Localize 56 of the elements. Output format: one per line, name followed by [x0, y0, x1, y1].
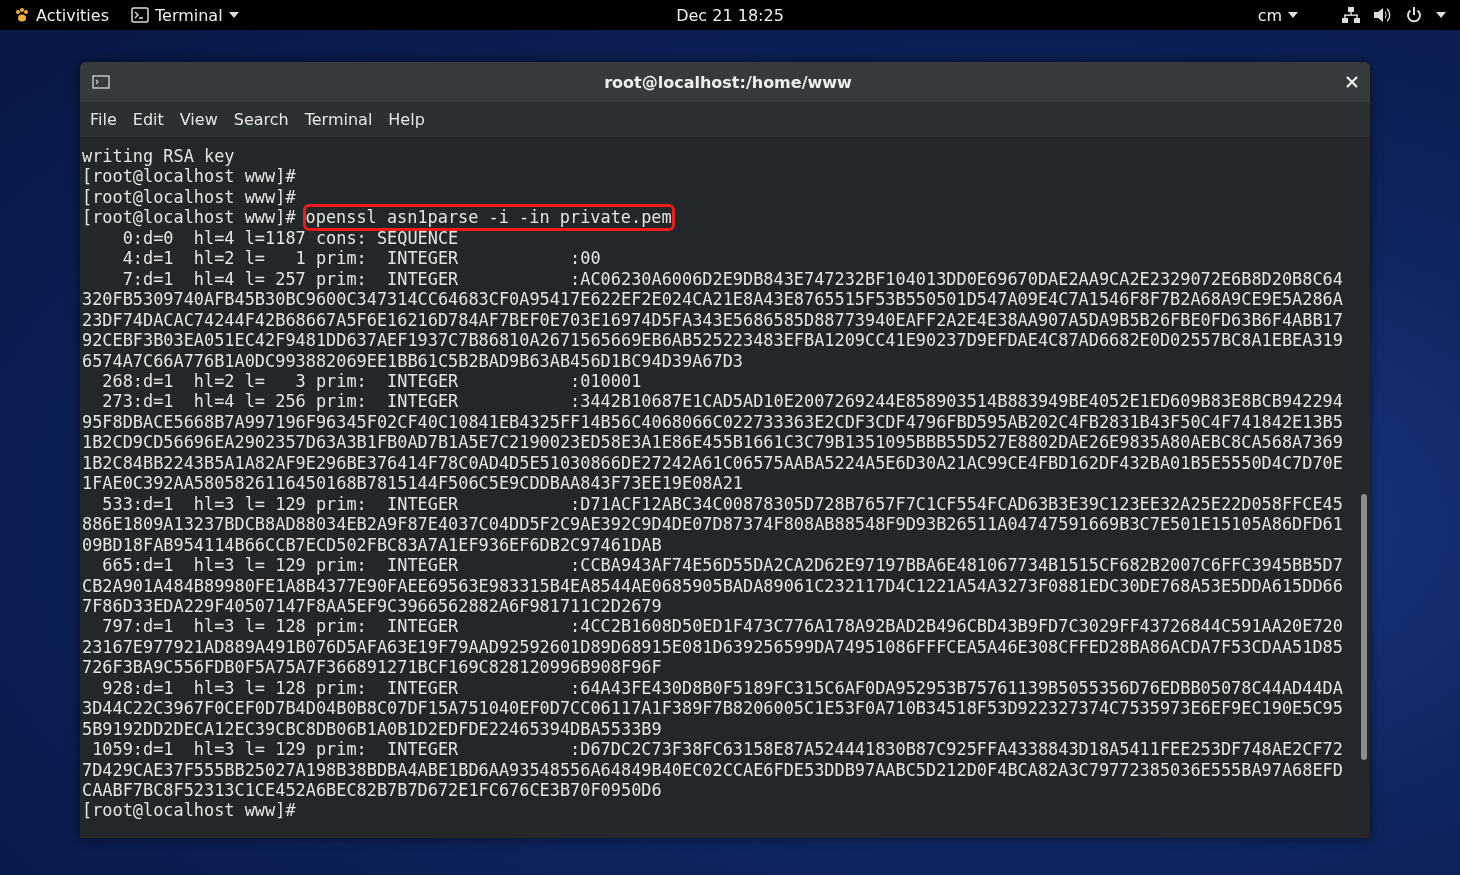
terminal-line: writing RSA key — [82, 146, 236, 167]
terminal-line: 6574A7C66A776B1A0DC993882069EE1BB61C5B2BAD9B63AB456D1BC94D39A67D3 — [82, 350, 744, 371]
terminal-line: CAABF7BC8F52313C1CE452A6BEC82B7B7D672E1FC676CE3B70F0950D6 — [82, 780, 663, 801]
terminal-line: 1059:d=1 hl=3 l= 129 prim: INTEGER :D67DC2C73F38FC63158E87A524441830B87C925FFA4338843D18A5411FEE253DF748AE2CF72 — [91, 739, 1344, 760]
terminal-line: 1B2CD9CD56696EA2902357D63A3B1FB0AD7B1A5E7C2190023ED58E3A1E86E455B1661C3C79B1351095BBB55D527E8802DAE26E9835A80AEBC8CA568A7369 — [82, 432, 1344, 453]
network-icon[interactable] — [1342, 7, 1360, 23]
terminal-line: [root@localhost www]# — [82, 186, 297, 208]
user-menu[interactable]: cm — [1257, 5, 1298, 25]
terminal-line: 7:d=1 hl=4 l= 257 prim: INTEGER :AC06230A6006D2E9DB843E747232BF104013DD0E69670DAE2AA9CA2E2329072E6B8D20B8C64 — [121, 268, 1344, 290]
terminal-icon — [92, 75, 110, 89]
terminal-line: [root@localhost www]# — [82, 166, 297, 187]
activities-button[interactable]: Activities — [14, 5, 109, 25]
terminal-line: 273:d=1 hl=4 l= 256 prim: INTEGER :3442B10687E1CAD5AD10E2007269244E858903514B883949BE4052E1ED609B83E8BCB942294 — [101, 391, 1344, 412]
highlighted-command: openssl asn1parse -i -in private.pem — [305, 207, 672, 228]
terminal-line: 3D44C22C3967F0CEF0D7B4D04B0B8C07DF15A751040EF0D7CC06117A1F389F7B8206005C1E53F0A710B34518F53D922327374C7535973E6EF9EC190E5C95 — [82, 698, 1344, 719]
terminal-line: 533:d=1 hl=3 l= 129 prim: INTEGER :D71ACF12ABC34C00878305D728B7657F7C1CF554FCAD63B3E39C123EE32A25E22D058FFCE45 — [101, 493, 1344, 515]
menu-item[interactable]: Terminal — [296, 106, 381, 133]
menu-item[interactable]: File — [82, 106, 125, 133]
terminal-line: 886E1809A13237BDCB8AD88034EB2A9F87E4037C04DD5F2C9AE392C9D4DE07D87374F808AB88548F9D93B26511A04747591669B3C7E501E15105A86DFD61 — [82, 514, 1344, 535]
paw-icon — [14, 7, 30, 23]
terminal-line: CB2A901A484B89980FE1A8B4377E90FAEE69563E983315B4EA8544AE0685905BADA89061C232117D4C1221A54A3273F0881EDC30DE768A53E5DDA615DD66 — [82, 575, 1344, 596]
scrollbar-thumb[interactable] — [1361, 494, 1367, 760]
terminal-line: 726F3BA9C556FDB0F5A75A7F366891271BCF169C828120996B908F96F — [82, 657, 663, 678]
terminal-line: 1FAE0C392AA5805826116450168B7815144F506C5E9CDDBAA843F73EE19E08A21 — [82, 473, 744, 494]
terminal-line: 09BD18FAB954114B66CCB7ECD502FBC83A7A1EF936EF6DB2C97461DAB — [82, 534, 663, 556]
volume-icon[interactable] — [1374, 7, 1392, 23]
caret-icon — [1436, 12, 1446, 18]
close-icon[interactable] — [1346, 76, 1358, 88]
terminal-line: 797:d=1 hl=3 l= 128 prim: INTEGER :4CC2B1608D50ED1F473C776A178A92BAD2B496CBD43B9FD7C3029FF43726844C591AA20E720 — [101, 616, 1344, 637]
menu-item[interactable]: View — [171, 106, 226, 133]
terminal-line: 5B9192DD2DECA12EC39CBC8DB06B1A0B1D2EDFDE22465394DBA5533B9 — [82, 718, 663, 740]
terminal-line: 23167E977921AD889A491B076D5AFA63E19F79AAD92592601D89D68915E081D639256599DA74951086FFFCEA5A46E308CFFED28BA86ACDA7F53CDAA51D85 — [82, 636, 1344, 658]
terminal-prompt: [root@localhost www]# — [82, 207, 296, 228]
window-title: root@localhost:/home/www — [603, 72, 853, 92]
terminal-line: 320FB5309740AFB45B30BC9600C347314CC64683CF0A95417E622EF2E024CA21E8A43E8765515F53B550501D547A09E4C7A1546F8F7B2A68A9CE9E5A286A — [82, 289, 1344, 310]
menu-item[interactable]: Edit — [124, 106, 172, 133]
terminal-line: 7D429CAE37F555BB25027A198B38BDBA4ABE1BD6AA93548556A64849B40EC02CCAE6FDE53DDB97AABC5D212D0F4BCA82A3C79772385036E555BA97A68EFD — [82, 759, 1344, 781]
terminal-line: 95F8DBACE5668B7A997196F96345F02CF40C10841EB4325FF14B56C4068066C022733363E2CDF3CDF4796FBD595AB202C4FB2831B43F50C4F741842E13B5 — [82, 411, 1344, 433]
terminal-line: 23DF74DACAC74244F42B68667A5F6E16216D784AF7BEF0E703E16974D5FA343E5686585D88773940EAFF2A2E4E38AA907A5DA9B5B26FBE0FD63B6F4ABB17 — [82, 309, 1344, 331]
terminal-line: 0:d=0 hl=4 l=1187 cons: SEQUENCE — [121, 227, 460, 249]
clock[interactable]: Dec 21 18:25 — [676, 5, 784, 25]
terminal-line: 7F86D33EDA229F40507147F8AA5EF9C3966562882A6F981711C2D2679 — [82, 595, 663, 617]
menu-item[interactable]: Search — [225, 106, 297, 133]
terminal-line: 1B2C84BB2243B5A1A82AF9E296BE376414F78C0AD4D5E51030866DE27242A61C06575AABA5224A5E6D30A21AC99CE4FBD162DF432BA01B5E5550D4C7D70E — [82, 452, 1344, 474]
terminal-line: 665:d=1 hl=3 l= 129 prim: INTEGER :CCBA943AF74E56D55DA2CA2D62E97197BBA6E481067734B1515CF682B2007C6FFC3945BB5D7 — [101, 555, 1344, 576]
terminal-line: 92CEBF3B03EA051EC42F9481DD637AEF1937C7B86810A2671565669EB6AB525223483EFBA1209CC41E90237D9EFDAE4C87AD6682E0D02557BC8A1EBEA319 — [82, 330, 1344, 351]
terminal-line: 928:d=1 hl=3 l= 128 prim: INTEGER :64A43FE430D8B0F5189FC315C6AF0DA952953B75761139B5055356D76EDBB05078C44AD44DA — [101, 677, 1344, 699]
caret-icon — [228, 12, 239, 18]
terminal-icon — [131, 7, 149, 23]
terminal-line: [root@localhost www]# — [82, 800, 297, 821]
terminal-line: 4:d=1 hl=2 l= 1 prim: INTEGER :00 — [121, 248, 602, 269]
menu-item[interactable]: Help — [380, 106, 433, 133]
terminal-line: 268:d=1 hl=2 l= 3 prim: INTEGER :010001 — [101, 370, 643, 392]
caret-icon — [1288, 12, 1298, 18]
power-icon[interactable] — [1406, 7, 1422, 23]
terminal-app-menu[interactable]: Terminal — [131, 5, 239, 25]
